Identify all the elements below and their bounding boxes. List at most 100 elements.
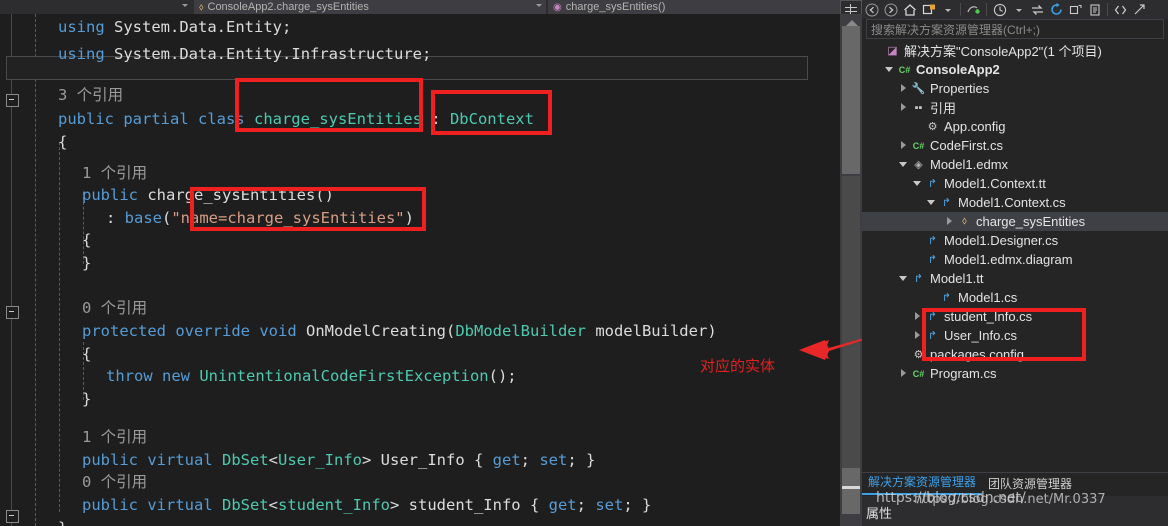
tree-item-app.config[interactable]: ⚙ App.config <box>862 117 1168 136</box>
tree-item-charge_sysentities[interactable]: ⬨ charge_sysEntities <box>862 212 1168 231</box>
collapse-all-icon[interactable] <box>1066 0 1085 19</box>
code-line: using System.Data.Entity; <box>58 14 291 41</box>
show-all-files-icon[interactable] <box>1111 0 1130 19</box>
tree-item-label: Model1.edmx.diagram <box>944 252 1073 267</box>
tree-item-label: 解决方案"ConsoleApp2"(1 个项目) <box>904 44 1102 59</box>
properties-icon[interactable] <box>1085 0 1104 19</box>
code-token: throw <box>106 367 162 385</box>
collapse-toggle-class[interactable] <box>6 94 19 107</box>
code-token: 1 个引用 <box>82 164 148 182</box>
chevron-expanded-icon[interactable] <box>898 159 909 170</box>
config-file-icon: ⚙ <box>927 121 938 133</box>
tree-item-model1.tt[interactable]: ↱ Model1.tt <box>862 269 1168 288</box>
chevron-collapsed-icon[interactable] <box>898 83 909 94</box>
code-token: new <box>162 367 200 385</box>
chevron-expanded-icon[interactable] <box>926 197 937 208</box>
chevron-collapsed-icon[interactable] <box>898 368 909 379</box>
code-token: virtual <box>147 451 222 469</box>
code-token: ; } <box>567 451 596 469</box>
tree-item-properties[interactable]: 🔧 Properties <box>862 79 1168 98</box>
history-icon[interactable] <box>990 0 1009 19</box>
code-token: ; <box>576 496 596 514</box>
tree-item-model1.edmx[interactable]: ◈ Model1.edmx <box>862 155 1168 174</box>
solution-explorer-search-input[interactable]: 搜索解决方案资源管理器(Ctrl+;) <box>866 19 1164 39</box>
code-line: public virtual DbSet<User_Info> User_Inf… <box>82 447 595 474</box>
chevron-expanded-icon[interactable] <box>884 64 895 75</box>
code-token: { <box>82 231 92 249</box>
pending-changes-icon[interactable] <box>964 0 983 19</box>
scrollbar-thumb-bottom[interactable] <box>842 468 860 514</box>
tree-item-label: Properties <box>930 81 990 96</box>
code-token: 3 个引用 <box>58 86 124 104</box>
tree-item-label: Model1.Context.tt <box>944 176 1046 191</box>
forward-icon[interactable] <box>881 0 900 19</box>
tree-item-[interactable]: ▪▪ 引用 <box>862 98 1168 117</box>
code-line: using System.Data.Entity.Infrastructure; <box>58 41 431 68</box>
chevron-collapsed-icon[interactable] <box>898 140 909 151</box>
cs-gen-file-icon: ↱ <box>941 292 952 304</box>
tree-item-label: Model1.edmx <box>930 157 1009 172</box>
collapse-toggle-method[interactable] <box>6 306 19 319</box>
code-editor-pane: ⬨ ConsoleApp2.charge_sysEntities ◉ charg… <box>0 0 862 526</box>
home-icon[interactable] <box>900 0 919 19</box>
editor-navigation-bar: ⬨ ConsoleApp2.charge_sysEntities ◉ charg… <box>0 0 862 14</box>
nav-dropdown-member[interactable]: ◉ charge_sysEntities() <box>548 0 862 14</box>
code-line: } <box>82 386 91 413</box>
references-icon: ▪▪ <box>914 101 923 114</box>
refresh-icon[interactable] <box>1047 0 1066 19</box>
tree-item-label: 引用 <box>930 101 957 116</box>
tree-item-consoleapp21[interactable]: ◪ 解决方案"ConsoleApp2"(1 个项目) <box>862 41 1168 60</box>
caret-down-icon-2[interactable] <box>1009 0 1028 19</box>
code-token: 0 个引用 <box>82 299 148 317</box>
tree-item-codefirst.cs[interactable]: C# CodeFirst.cs <box>862 136 1168 155</box>
tree-item-model1.edmx.diagram[interactable]: ↱ Model1.edmx.diagram <box>862 250 1168 269</box>
tree-item-program.cs[interactable]: C# Program.cs <box>862 364 1168 383</box>
code-line: throw new UnintentionalCodeFirstExceptio… <box>106 363 517 390</box>
tree-item-label: App.config <box>944 119 1006 134</box>
chevron-expanded-icon[interactable] <box>912 178 923 189</box>
annotation-label-entity: 对应的实体 <box>700 357 776 375</box>
tree-item-model1.context.cs[interactable]: ↱ Model1.Context.cs <box>862 193 1168 212</box>
collapse-toggle-end[interactable] <box>6 510 19 523</box>
code-token: using <box>58 18 114 36</box>
code-token: } <box>82 254 92 272</box>
solution-explorer-toolbar <box>862 0 1168 19</box>
nav-dropdown-type[interactable]: ⬨ ConsoleApp2.charge_sysEntities <box>194 0 546 14</box>
caret-down-icon[interactable] <box>938 0 957 19</box>
code-token: > <box>362 451 381 469</box>
window-icon[interactable] <box>919 0 938 19</box>
solution-icon: ◪ <box>887 45 898 57</box>
chevron-collapsed-icon[interactable] <box>898 102 909 113</box>
tree-item-label: ConsoleApp2 <box>916 62 1000 77</box>
code-line: } <box>82 250 91 277</box>
tree-item-consoleapp2[interactable]: C# ConsoleApp2 <box>862 60 1168 79</box>
code-token: ; <box>520 451 540 469</box>
scrollbar-thumb-top[interactable] <box>842 26 860 174</box>
code-token: Infrastructure <box>291 45 423 63</box>
code-token: public <box>82 186 148 204</box>
sync-icon[interactable] <box>1028 0 1047 19</box>
code-token: modelBuilder <box>585 322 708 340</box>
nav-dropdown-scope[interactable] <box>0 0 192 14</box>
chevron-expanded-icon[interactable] <box>898 273 909 284</box>
code-token: ; <box>422 45 432 63</box>
scrollbar-position-marker <box>842 486 860 489</box>
wrench-icon: 🔧 <box>911 83 926 95</box>
code-token: get <box>492 451 521 469</box>
tree-item-model1.designer.cs[interactable]: ↱ Model1.Designer.cs <box>862 231 1168 250</box>
tree-item-model1.cs[interactable]: ↱ Model1.cs <box>862 288 1168 307</box>
back-icon[interactable] <box>862 0 881 19</box>
code-token: { <box>464 451 493 469</box>
chevron-collapsed-icon[interactable] <box>944 216 955 227</box>
class-icon: ⬨ <box>962 215 967 227</box>
tree-item-model1.context.tt[interactable]: ↱ Model1.Context.tt <box>862 174 1168 193</box>
editor-outlining-gutter[interactable] <box>0 14 24 526</box>
solution-tree[interactable]: ◪ 解决方案"ConsoleApp2"(1 个项目) C# ConsoleApp2 🔧 P… <box>862 41 1168 472</box>
code-token: set <box>595 496 624 514</box>
preview-icon[interactable] <box>1130 0 1149 19</box>
code-token: get <box>548 496 577 514</box>
